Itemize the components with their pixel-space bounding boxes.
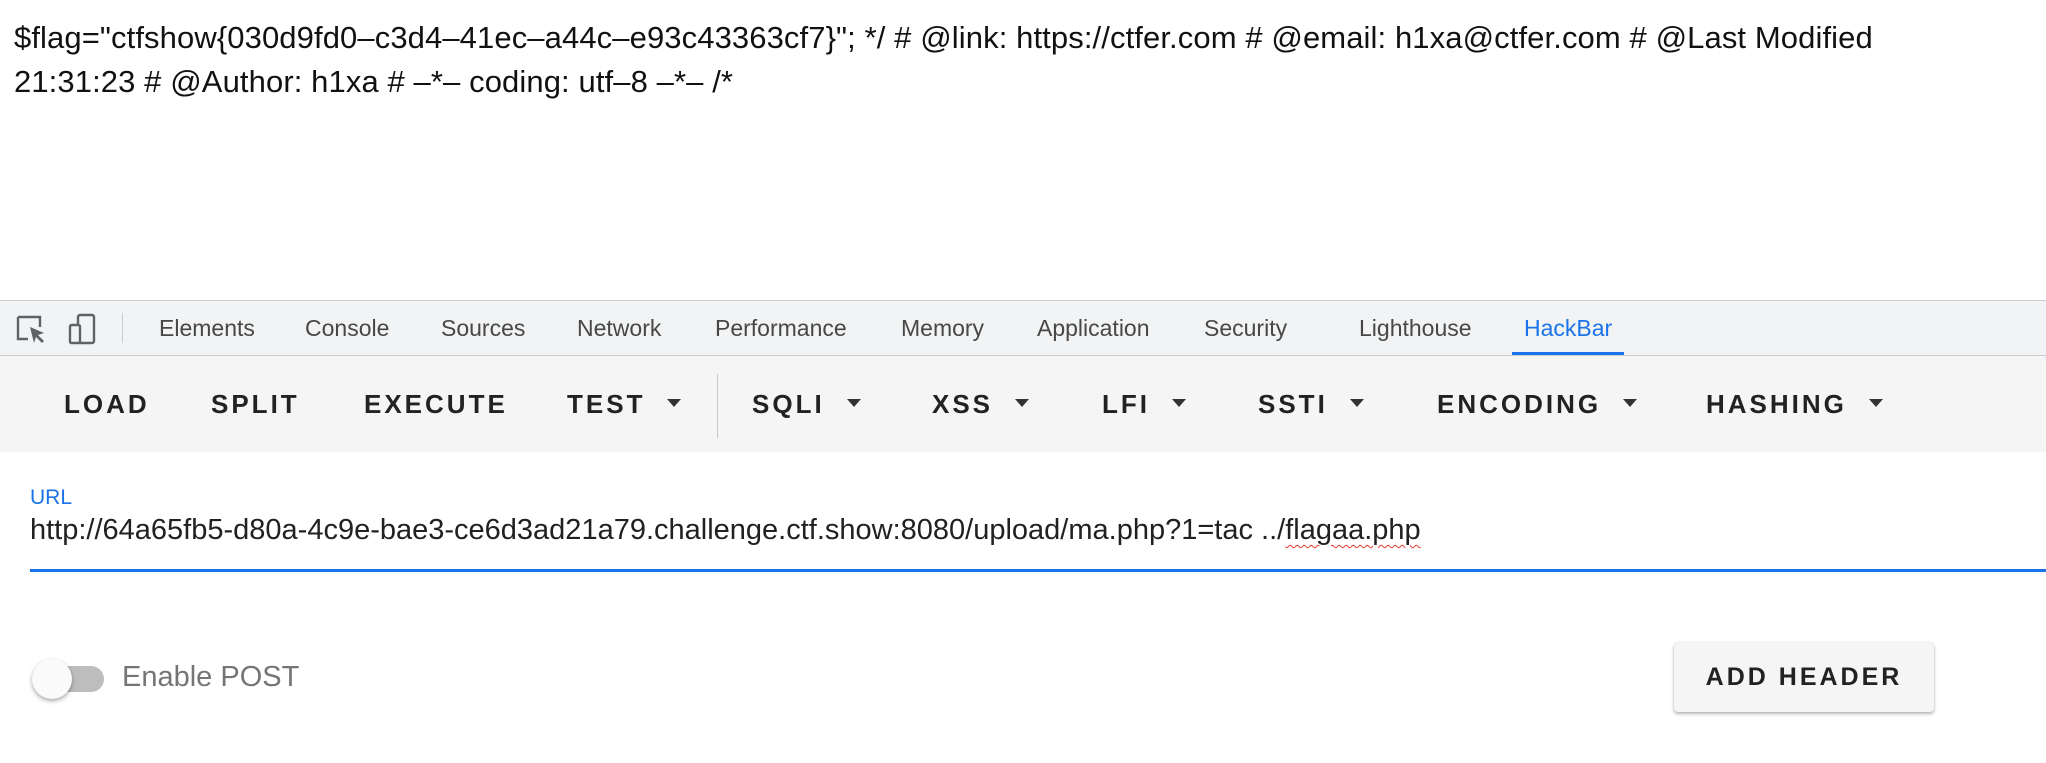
url-input-underline — [30, 569, 2046, 572]
url-input[interactable]: http://64a65fb5-d80a-4c9e-bae3-ce6d3ad21… — [30, 514, 1421, 547]
hashing-menu-label: HASHING — [1706, 389, 1847, 419]
chevron-down-icon — [1349, 399, 1364, 408]
execute-button[interactable]: EXECUTE — [364, 356, 508, 452]
enable-post-toggle[interactable] — [32, 659, 106, 699]
xss-menu-button[interactable]: XSS — [932, 356, 1030, 452]
split-button[interactable]: SPLIT — [211, 356, 300, 452]
url-input-value: http://64a65fb5-d80a-4c9e-bae3-ce6d3ad21… — [30, 514, 1286, 546]
toolbar-divider — [717, 374, 718, 438]
toggle-thumb — [32, 659, 72, 699]
tab-elements[interactable]: Elements — [159, 301, 255, 355]
lfi-menu-button[interactable]: LFI — [1102, 356, 1186, 452]
hashing-menu-button[interactable]: HASHING — [1706, 356, 1883, 452]
sqli-menu-label: SQLI — [752, 389, 825, 419]
encoding-menu-button[interactable]: ENCODING — [1437, 356, 1638, 452]
tab-application[interactable]: Application — [1037, 301, 1150, 355]
chevron-down-icon — [1623, 399, 1638, 408]
enable-post-label: Enable POST — [122, 661, 300, 693]
tab-network[interactable]: Network — [577, 301, 661, 355]
test-menu-label: TEST — [567, 389, 646, 419]
load-button[interactable]: LOAD — [64, 356, 150, 452]
page-output-line-2: 21:31:23 # @Author: h1xa # –*– coding: u… — [14, 64, 734, 99]
tab-performance[interactable]: Performance — [715, 301, 847, 355]
inspect-element-icon[interactable] — [14, 313, 48, 347]
chevron-down-icon — [1868, 399, 1883, 408]
chevron-down-icon — [846, 399, 861, 408]
tab-memory[interactable]: Memory — [901, 301, 984, 355]
tab-security[interactable]: Security — [1204, 301, 1287, 355]
tab-sources[interactable]: Sources — [441, 301, 525, 355]
ssti-menu-button[interactable]: SSTI — [1258, 356, 1364, 452]
chevron-down-icon — [1015, 399, 1030, 408]
chevron-down-icon — [667, 399, 682, 408]
chevron-down-icon — [1172, 399, 1186, 408]
load-button-label: LOAD — [64, 389, 150, 419]
tab-hackbar[interactable]: HackBar — [1511, 301, 1625, 355]
page-output-line-1: $flag="ctfshow{030d9fd0–c3d4–41ec–a44c–e… — [14, 20, 1873, 55]
sqli-menu-button[interactable]: SQLI — [752, 356, 861, 452]
test-menu-button[interactable]: TEST — [567, 356, 682, 452]
devtools-tab-bar: Elements Console Sources Network Perform… — [0, 301, 2046, 356]
execute-button-label: EXECUTE — [364, 389, 508, 419]
add-header-button[interactable]: ADD HEADER — [1674, 642, 1934, 712]
tab-lighthouse[interactable]: Lighthouse — [1359, 301, 1472, 355]
split-button-label: SPLIT — [211, 389, 300, 419]
url-field-label: URL — [30, 486, 73, 509]
add-header-label: ADD HEADER — [1705, 663, 1903, 691]
tab-console[interactable]: Console — [305, 301, 389, 355]
lfi-menu-label: LFI — [1102, 389, 1150, 419]
hackbar-toolbar: LOAD SPLIT EXECUTE TEST SQLI XSS LFI SST… — [0, 356, 2046, 452]
ssti-menu-label: SSTI — [1258, 389, 1328, 419]
xss-menu-label: XSS — [932, 389, 994, 419]
url-input-value-misspelled: flagaa.php — [1285, 514, 1421, 546]
encoding-menu-label: ENCODING — [1437, 389, 1602, 419]
tab-bar-separator — [122, 313, 123, 343]
page-output-text: $flag="ctfshow{030d9fd0–c3d4–41ec–a44c–e… — [14, 16, 2046, 104]
device-toolbar-icon[interactable] — [66, 313, 100, 347]
